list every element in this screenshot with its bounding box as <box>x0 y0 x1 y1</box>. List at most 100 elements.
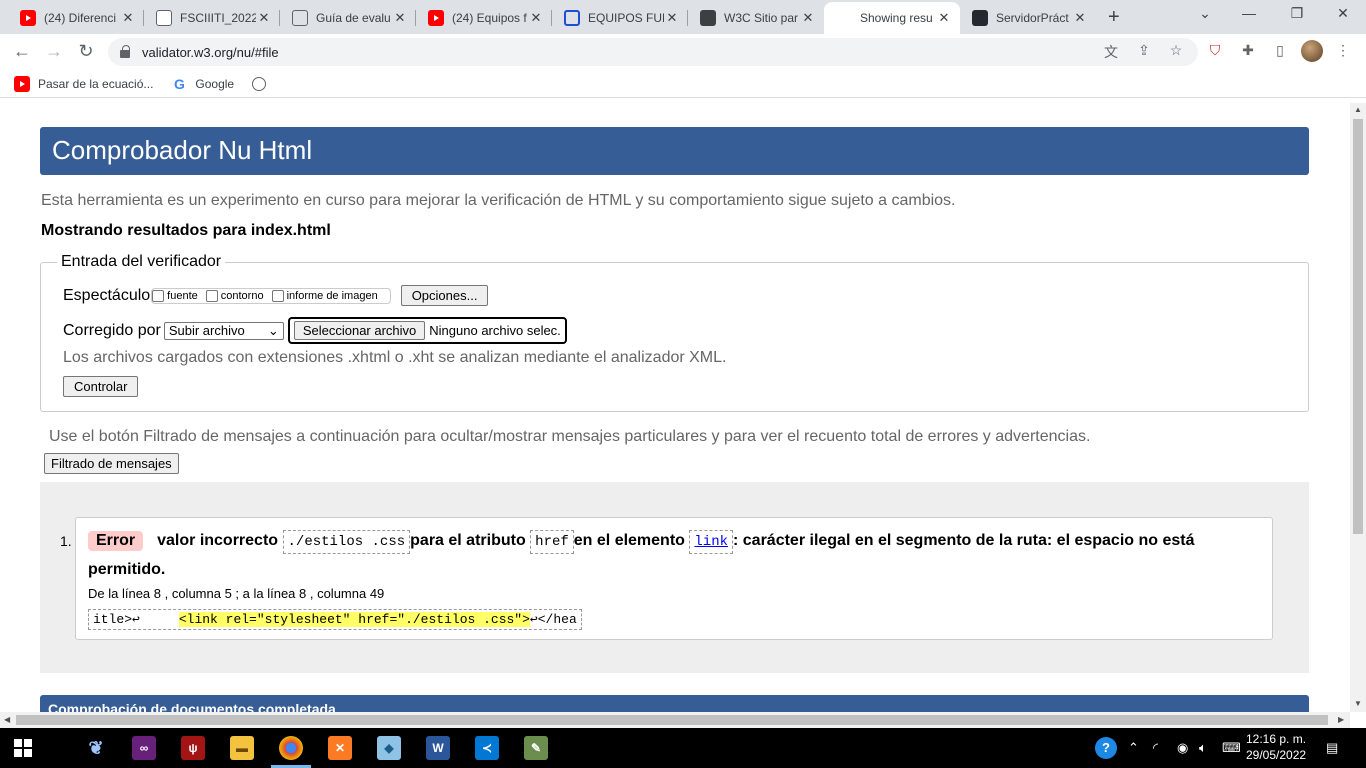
tab-1[interactable]: (24) Diferenci ✕ <box>8 2 144 34</box>
checkbox-label: contorno <box>220 289 264 302</box>
scroll-up-icon[interactable]: ▲ <box>1354 105 1362 114</box>
profile-avatar[interactable] <box>1301 40 1323 62</box>
tab-title: FSCIIITI_2022 <box>180 11 256 25</box>
bad-value-code: ./estilos .css <box>282 530 411 554</box>
scroll-down-icon[interactable]: ▼ <box>1354 699 1362 708</box>
file-explorer-icon[interactable]: ▬ <box>230 736 254 760</box>
bookmark-item[interactable]: Pasar de la ecuació... <box>14 75 154 92</box>
checkbox-box[interactable] <box>271 289 284 302</box>
share-icon[interactable]: ⇪ <box>1134 42 1154 59</box>
message-number: 1. <box>60 533 72 549</box>
vertical-scrollbar[interactable]: ▲ ▼ <box>1350 103 1366 712</box>
tab-2[interactable]: FSCIIITI_2022 ✕ <box>144 2 280 34</box>
close-icon[interactable]: ✕ <box>256 10 272 26</box>
xampp-icon[interactable]: ✕ <box>328 736 352 760</box>
checkbox-box[interactable] <box>205 289 218 302</box>
close-icon[interactable]: ✕ <box>936 10 952 26</box>
tab-4[interactable]: (24) Equipos f ✕ <box>416 2 552 34</box>
github-icon <box>972 10 988 26</box>
notifications-icon[interactable]: ▤ <box>1326 740 1338 756</box>
close-icon[interactable]: ✕ <box>120 10 136 26</box>
close-icon[interactable]: ✕ <box>392 10 408 26</box>
help-icon[interactable]: ? <box>1095 737 1117 759</box>
vertical-scroll-thumb[interactable] <box>1353 119 1363 534</box>
minimize-button[interactable]: — <box>1234 5 1264 21</box>
bookmark-star-icon[interactable]: ☆ <box>1166 42 1186 59</box>
tab-8[interactable]: ServidorPráct ✕ <box>960 2 1096 34</box>
tab-title: Showing resu <box>860 11 933 25</box>
app-red-icon[interactable]: ψ <box>181 736 205 760</box>
page-viewport: Comprobador Nu Html Esta herramienta es … <box>0 103 1350 712</box>
show-options-row: Espectáculo fuente contorno informe de i… <box>63 285 489 306</box>
file-input[interactable]: Seleccionar archivo Ninguno archivo sele… <box>287 317 567 344</box>
page-title: Comprobador Nu Html <box>40 127 1309 175</box>
tab-6[interactable]: W3C Sitio par ✕ <box>688 2 824 34</box>
lock-icon[interactable] <box>120 45 132 59</box>
tab-5[interactable]: EQUIPOS FUN ✕ <box>552 2 688 34</box>
bookmark-item[interactable]: G Google <box>171 76 234 92</box>
message-text: Error valor incorrecto ./estilos .css para… <box>88 526 1218 584</box>
tab-3[interactable]: Guía de evalu ✕ <box>280 2 416 34</box>
visual-studio-icon[interactable]: ∞ <box>132 736 156 760</box>
results-heading: Mostrando resultados para index.html <box>41 222 331 239</box>
app-bird-icon[interactable]: ❦ <box>84 736 108 760</box>
choose-file-button[interactable]: Seleccionar archivo <box>293 321 426 340</box>
chrome-icon[interactable] <box>279 736 303 760</box>
address-bar[interactable]: validator.w3.org/nu/#file <box>108 38 1198 66</box>
bookmark-item[interactable] <box>252 76 274 91</box>
close-icon[interactable]: ✕ <box>664 10 680 26</box>
app-blue-icon[interactable]: ◆ <box>377 736 401 760</box>
extension-shield-icon[interactable]: ⛉ <box>1205 42 1225 59</box>
paint-icon[interactable]: ✎ <box>524 736 548 760</box>
horizontal-scrollbar[interactable]: ◀ ▶ <box>0 712 1350 728</box>
menu-dots-icon[interactable]: ⋮ <box>1333 42 1353 59</box>
volume-icon[interactable]: 🔈︎ <box>1199 740 1207 756</box>
input-method-icon[interactable]: ⌨ <box>1222 740 1241 756</box>
bookmarks-bar: Pasar de la ecuació... G Google <box>0 70 1366 98</box>
fieldset-legend: Entrada del verificador <box>57 253 226 271</box>
check-submit-button[interactable]: Controlar <box>63 376 139 397</box>
chevron-up-icon[interactable]: ⌃ <box>1128 740 1139 756</box>
close-icon[interactable]: ✕ <box>800 10 816 26</box>
wifi-icon[interactable]: ◜ <box>1153 740 1158 756</box>
tray-app-icon[interactable]: ◉ <box>1177 740 1188 756</box>
checkbox-source[interactable]: fuente <box>152 289 198 302</box>
back-arrow-icon[interactable]: ← <box>10 41 34 62</box>
scroll-left-icon[interactable]: ◀ <box>4 715 10 724</box>
vscode-icon[interactable]: ≺ <box>475 736 499 760</box>
tab-7-active[interactable]: ✓ Showing resu ✕ <box>824 2 960 34</box>
window-close-button[interactable]: ✕ <box>1328 5 1358 22</box>
scroll-right-icon[interactable]: ▶ <box>1338 715 1344 724</box>
element-link[interactable]: link <box>694 534 728 550</box>
new-tab-button[interactable]: + <box>1108 6 1120 29</box>
extract-after: ↩</hea <box>529 612 577 627</box>
windows-start-icon[interactable] <box>14 739 32 757</box>
checkbox-image-report[interactable]: informe de imagen <box>271 289 378 302</box>
forward-arrow-icon[interactable]: → <box>42 41 66 62</box>
tab-title: Guía de evalu <box>316 11 391 25</box>
xml-parser-note: Los archivos cargados con extensiones .x… <box>63 349 727 366</box>
translate-icon[interactable]: 文 <box>1101 42 1121 62</box>
options-button[interactable]: Opciones... <box>400 285 489 306</box>
input-mode-select[interactable]: Subir archivo ⌄ <box>163 321 284 340</box>
close-icon[interactable]: ✕ <box>528 10 544 26</box>
reload-icon[interactable]: ↻ <box>74 41 98 62</box>
bookmark-label: Google <box>195 76 235 91</box>
restore-button[interactable]: ❐ <box>1282 5 1312 22</box>
extensions-puzzle-icon[interactable]: ✚ <box>1238 42 1258 59</box>
chevron-down-icon: ⌄ <box>267 322 279 338</box>
google-icon: G <box>173 75 185 92</box>
filter-instructions: Use el botón Filtrado de mensajes a cont… <box>49 428 1091 445</box>
checkbox-outline[interactable]: contorno <box>205 289 264 302</box>
word-icon[interactable]: W <box>426 736 450 760</box>
image-icon <box>156 10 172 26</box>
error-badge: Error <box>88 531 144 551</box>
clock[interactable]: 12:16 p. m. 29/05/2022 <box>1246 731 1306 763</box>
close-icon[interactable]: ✕ <box>1072 10 1088 26</box>
bookmark-label: Pasar de la ecuació... <box>38 76 154 91</box>
horizontal-scroll-thumb[interactable] <box>16 715 1328 725</box>
checkbox-box[interactable] <box>152 289 165 302</box>
side-panel-icon[interactable]: ▯ <box>1270 42 1290 59</box>
message-filter-button[interactable]: Filtrado de mensajes <box>44 453 179 474</box>
tab-search-icon[interactable]: ⌄ <box>1190 5 1220 22</box>
